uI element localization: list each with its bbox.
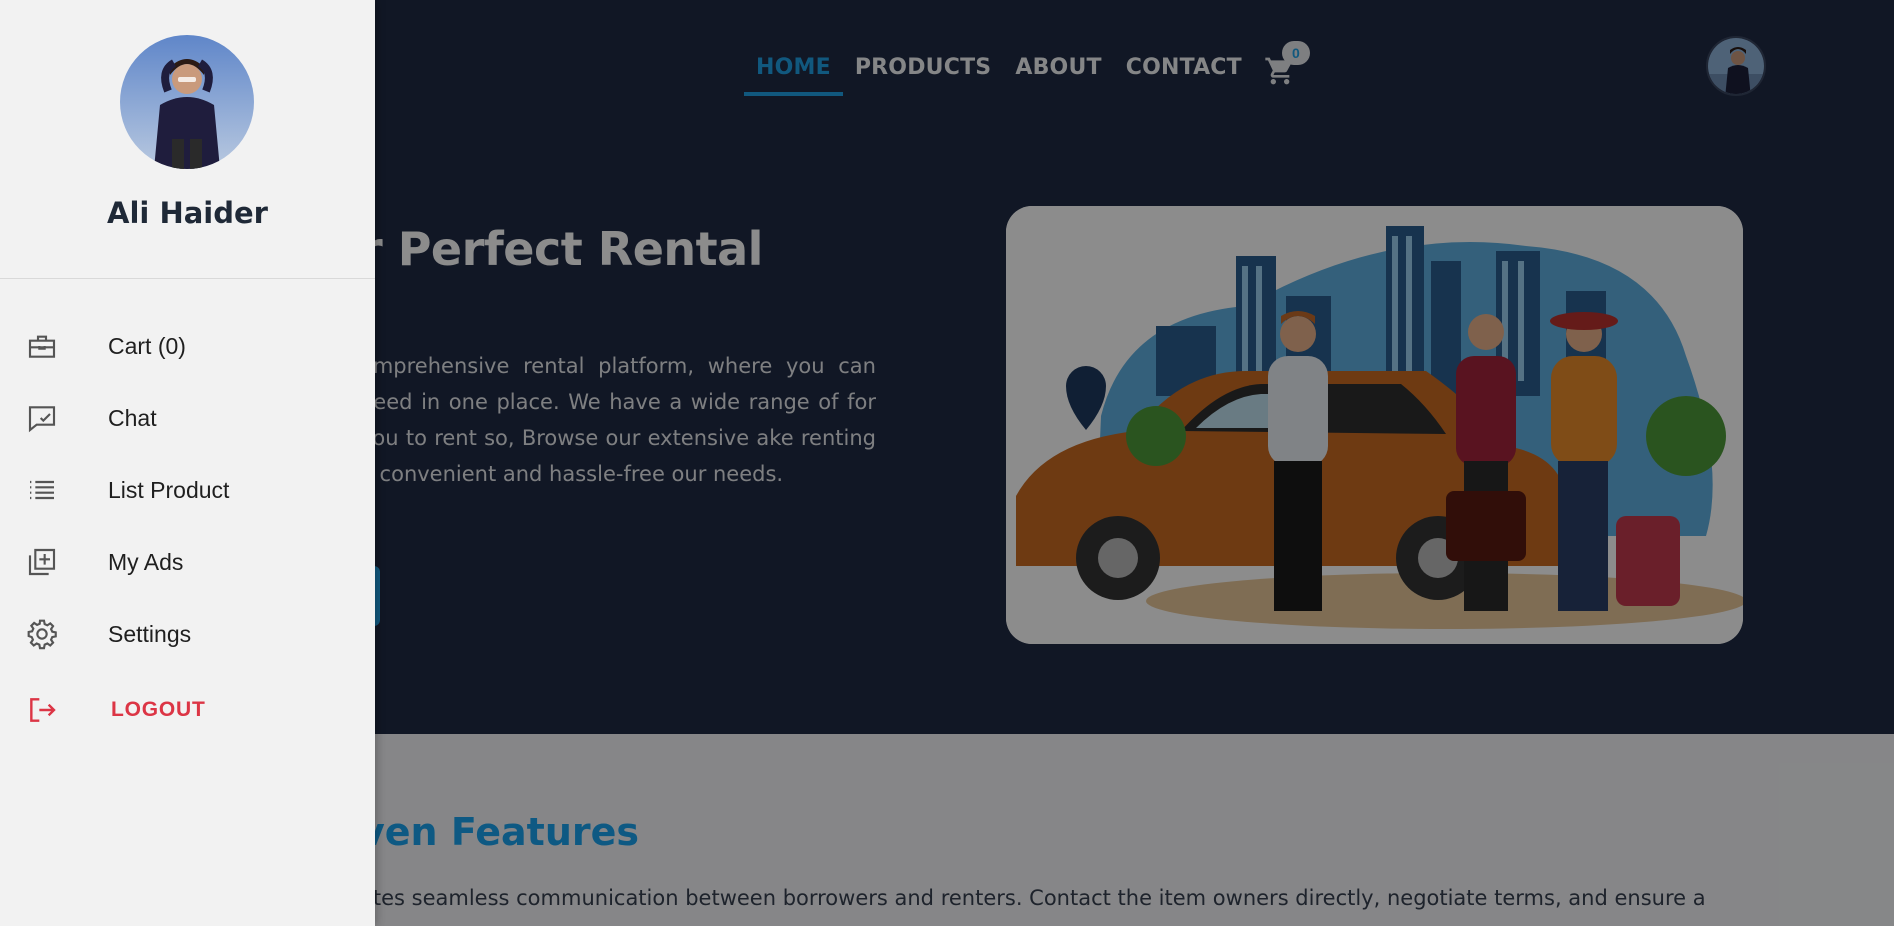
menu-item-my-ads[interactable]: My Ads xyxy=(0,526,375,598)
menu-item-label: List Product xyxy=(108,476,230,503)
list-icon xyxy=(30,480,54,500)
menu-item-label: Settings xyxy=(108,620,192,647)
menu-item-logout[interactable]: LOGOUT xyxy=(0,670,375,750)
chat-check-icon xyxy=(28,406,56,433)
menu-item-label: Chat xyxy=(108,404,157,431)
logout-label: LOGOUT xyxy=(111,698,206,721)
briefcase-icon xyxy=(28,335,56,358)
gear-icon xyxy=(27,619,57,650)
menu-item-label: Cart (0) xyxy=(108,332,186,359)
menu-item-settings[interactable]: Settings xyxy=(0,598,375,670)
menu-item-list-product[interactable]: List Product xyxy=(0,454,375,526)
drawer-divider xyxy=(0,278,375,279)
add-library-icon xyxy=(28,548,56,576)
menu-item-label: My Ads xyxy=(108,548,184,575)
menu-item-cart[interactable]: Cart (0) xyxy=(0,310,375,382)
drawer-user-name: Ali Haider xyxy=(107,196,268,230)
drawer-menu: Cart (0) Chat List Product My Ads Settin… xyxy=(0,310,375,750)
menu-item-chat[interactable]: Chat xyxy=(0,382,375,454)
drawer-avatar xyxy=(120,35,254,169)
logout-icon xyxy=(30,698,56,722)
side-drawer: Ali Haider Cart (0) Chat List Product My… xyxy=(0,0,375,926)
